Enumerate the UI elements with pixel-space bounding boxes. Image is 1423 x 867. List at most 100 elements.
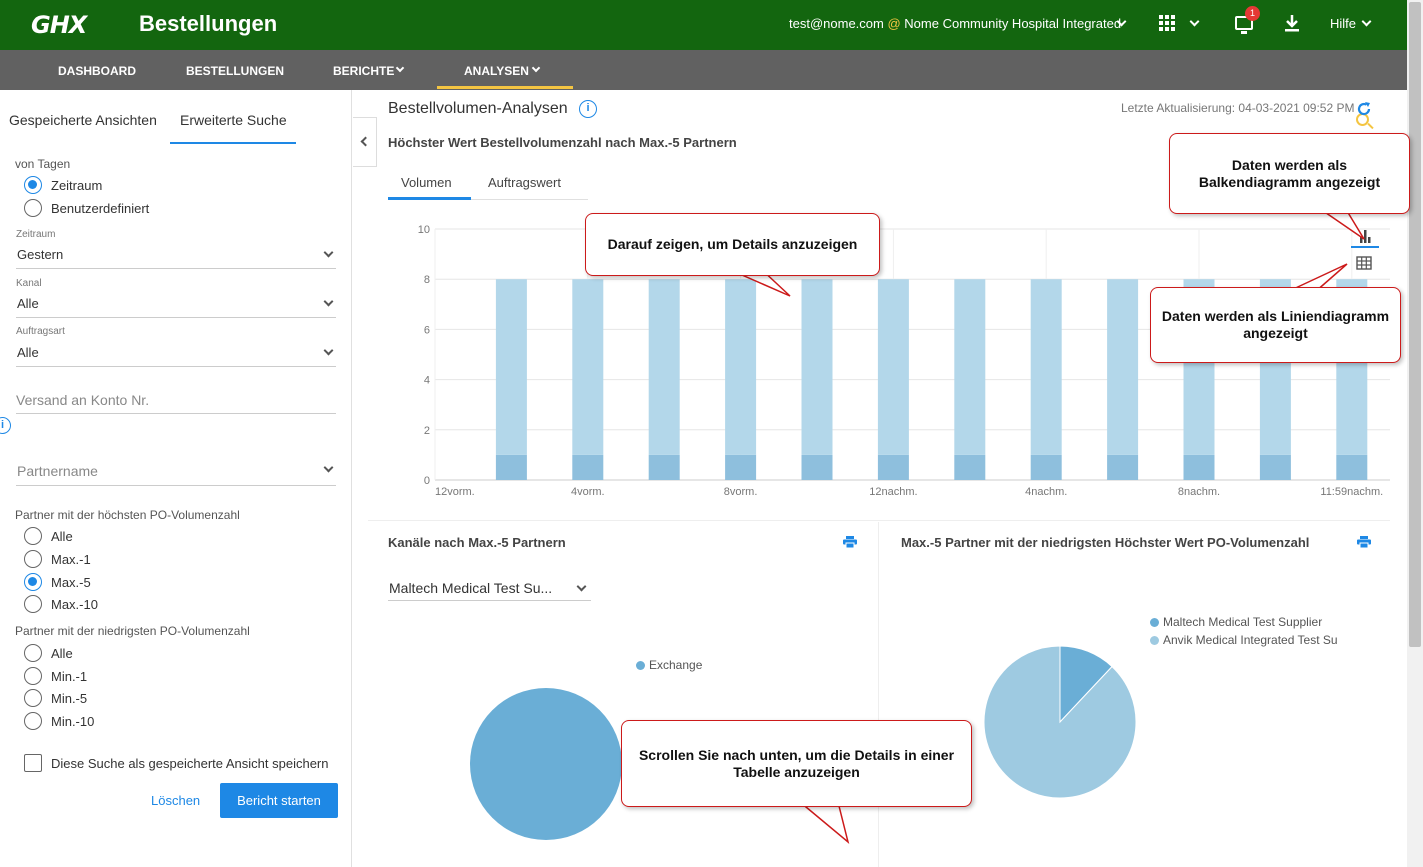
chevron-down-icon[interactable]	[1361, 16, 1372, 27]
bar-segment	[801, 279, 833, 455]
scrollbar-thumb[interactable]	[1409, 2, 1421, 647]
y-tick-label: 8	[424, 274, 430, 286]
tab-active-indicator	[388, 197, 471, 200]
table-icon[interactable]	[1356, 256, 1372, 270]
bar-segment	[954, 454, 986, 480]
chevron-down-icon[interactable]	[395, 63, 405, 73]
x-tick-label: 8vorm.	[724, 486, 758, 498]
legend-swatch	[1150, 618, 1159, 627]
x-tick-label: 12nachm.	[869, 486, 917, 498]
user-account-menu[interactable]: test@nome.com @ Nome Community Hospital …	[789, 16, 1121, 31]
notification-badge: 1	[1245, 6, 1260, 21]
partner-name-placeholder: Partnername	[17, 463, 98, 479]
order-type-select[interactable]: Alle	[16, 343, 336, 367]
x-tick-label: 4vorm.	[571, 486, 605, 498]
bar-segment	[495, 454, 527, 480]
chevron-down-icon[interactable]	[1189, 16, 1200, 27]
chevron-down-icon[interactable]	[531, 63, 541, 73]
save-view-checkbox[interactable]	[24, 754, 42, 772]
x-tick-label: 11:59nachm.	[1320, 486, 1383, 498]
legend-item[interactable]: Maltech Medical Test Supplier	[1150, 615, 1322, 629]
collapse-sidebar-button[interactable]	[353, 117, 377, 167]
legend-item[interactable]: Exchange	[636, 658, 702, 672]
callout-hover-details: Darauf zeigen, um Details anzuzeigen	[585, 213, 880, 276]
channels-pie-chart[interactable]	[468, 686, 624, 842]
lowest-partners-chart-title: Max.-5 Partner mit der niedrigsten Höchs…	[901, 535, 1310, 550]
pie-slice[interactable]	[983, 645, 1137, 799]
bar-segment	[1183, 454, 1215, 480]
radio-low-all[interactable]	[24, 644, 42, 662]
tab-advanced-search[interactable]: Erweiterte Suche	[180, 112, 287, 128]
bar-segment	[877, 454, 909, 480]
legend-label: Anvik Medical Integrated Test Su	[1163, 633, 1338, 647]
print-icon[interactable]	[843, 536, 857, 548]
bar-segment	[801, 454, 833, 480]
print-icon[interactable]	[1357, 536, 1371, 548]
x-tick-label: 4nachm.	[1025, 486, 1067, 498]
radio-top-all[interactable]	[24, 527, 42, 545]
refresh-icon[interactable]	[1356, 101, 1372, 117]
radio-custom[interactable]	[24, 199, 42, 217]
channel-select[interactable]: Alle	[16, 294, 336, 318]
y-tick-label: 6	[424, 324, 430, 336]
chart-heading: Höchster Wert Bestellvolumenzahl nach Ma…	[388, 135, 737, 150]
radio-top-10[interactable]	[24, 595, 42, 613]
ghx-logo[interactable]: GHX	[31, 11, 87, 39]
info-icon[interactable]: i	[579, 100, 597, 118]
partner-name-select[interactable]: Partnername	[16, 460, 336, 486]
chevron-down-icon	[576, 581, 587, 592]
chevron-down-icon	[323, 247, 334, 258]
grid-icon[interactable]	[1159, 15, 1177, 33]
radio-top-1[interactable]	[24, 550, 42, 568]
clear-button[interactable]: Löschen	[151, 793, 200, 808]
bar-segment	[495, 279, 527, 455]
run-report-button[interactable]: Bericht starten	[220, 783, 338, 818]
radio-low-10-label: Min.-10	[51, 714, 95, 729]
tab-active-indicator	[170, 142, 296, 144]
radio-top-1-label: Max.-1	[51, 552, 91, 567]
bar-segment	[877, 279, 909, 455]
callout-bar-chart: Daten werden als Balkendiagramm angezeig…	[1169, 133, 1410, 214]
callout-scroll-table: Scrollen Sie nach unten, um die Details …	[621, 720, 972, 807]
legend-swatch	[636, 661, 645, 670]
radio-top-10-label: Max.-10	[51, 597, 98, 612]
last-update: Letzte Aktualisierung: 04-03-2021 09:52 …	[1121, 101, 1355, 115]
low-partners-label: Partner mit der niedrigsten PO-Volumenza…	[15, 624, 250, 638]
order-type-label: Auftragsart	[16, 326, 65, 337]
radio-period-label: Zeitraum	[51, 178, 103, 193]
radio-low-1[interactable]	[24, 667, 42, 685]
nav-orders[interactable]: BESTELLUNGEN	[186, 64, 284, 78]
account-number-input[interactable]: Versand an Konto Nr.	[16, 386, 336, 414]
nav-analytics[interactable]: ANALYSEN	[464, 64, 529, 78]
radio-low-10[interactable]	[24, 712, 42, 730]
tab-volume[interactable]: Volumen	[401, 175, 452, 190]
radio-low-5[interactable]	[24, 689, 42, 707]
period-select[interactable]: Gestern	[16, 245, 336, 269]
info-icon[interactable]: i	[0, 417, 11, 434]
nav-reports[interactable]: BERICHTE	[333, 64, 394, 78]
bar-segment	[1030, 454, 1062, 480]
page-title: Bestellvolumen-Analysen	[388, 100, 568, 117]
radio-top-5[interactable]	[24, 573, 42, 591]
bar-segment	[572, 454, 604, 480]
pie-slice[interactable]	[470, 688, 622, 840]
bar-segment	[954, 279, 986, 455]
nav-dashboard[interactable]: DASHBOARD	[58, 64, 136, 78]
lowest-partners-pie-chart[interactable]	[982, 644, 1138, 800]
chevron-down-icon	[323, 345, 334, 356]
radio-low-5-label: Min.-5	[51, 691, 88, 706]
partner-select-value: Maltech Medical Test Su...	[389, 580, 553, 596]
partner-select[interactable]: Maltech Medical Test Su...	[388, 577, 591, 601]
legend-item[interactable]: Anvik Medical Integrated Test Su	[1150, 633, 1338, 647]
help-menu[interactable]: Hilfe	[1330, 16, 1356, 31]
callout-line-chart: Daten werden als Liniendiagramm angezeig…	[1150, 287, 1401, 363]
nav-active-indicator	[437, 86, 573, 89]
radio-period[interactable]	[24, 176, 42, 194]
legend-swatch	[1150, 636, 1159, 645]
channels-chart-title: Kanäle nach Max.-5 Partnern	[388, 535, 566, 550]
download-icon[interactable]	[1284, 14, 1300, 32]
tab-order-value[interactable]: Auftragswert	[488, 175, 561, 190]
x-tick-label: 12vorm.	[435, 486, 475, 498]
tab-saved-views[interactable]: Gespeicherte Ansichten	[9, 112, 157, 128]
period-label: Zeitraum	[16, 229, 56, 240]
